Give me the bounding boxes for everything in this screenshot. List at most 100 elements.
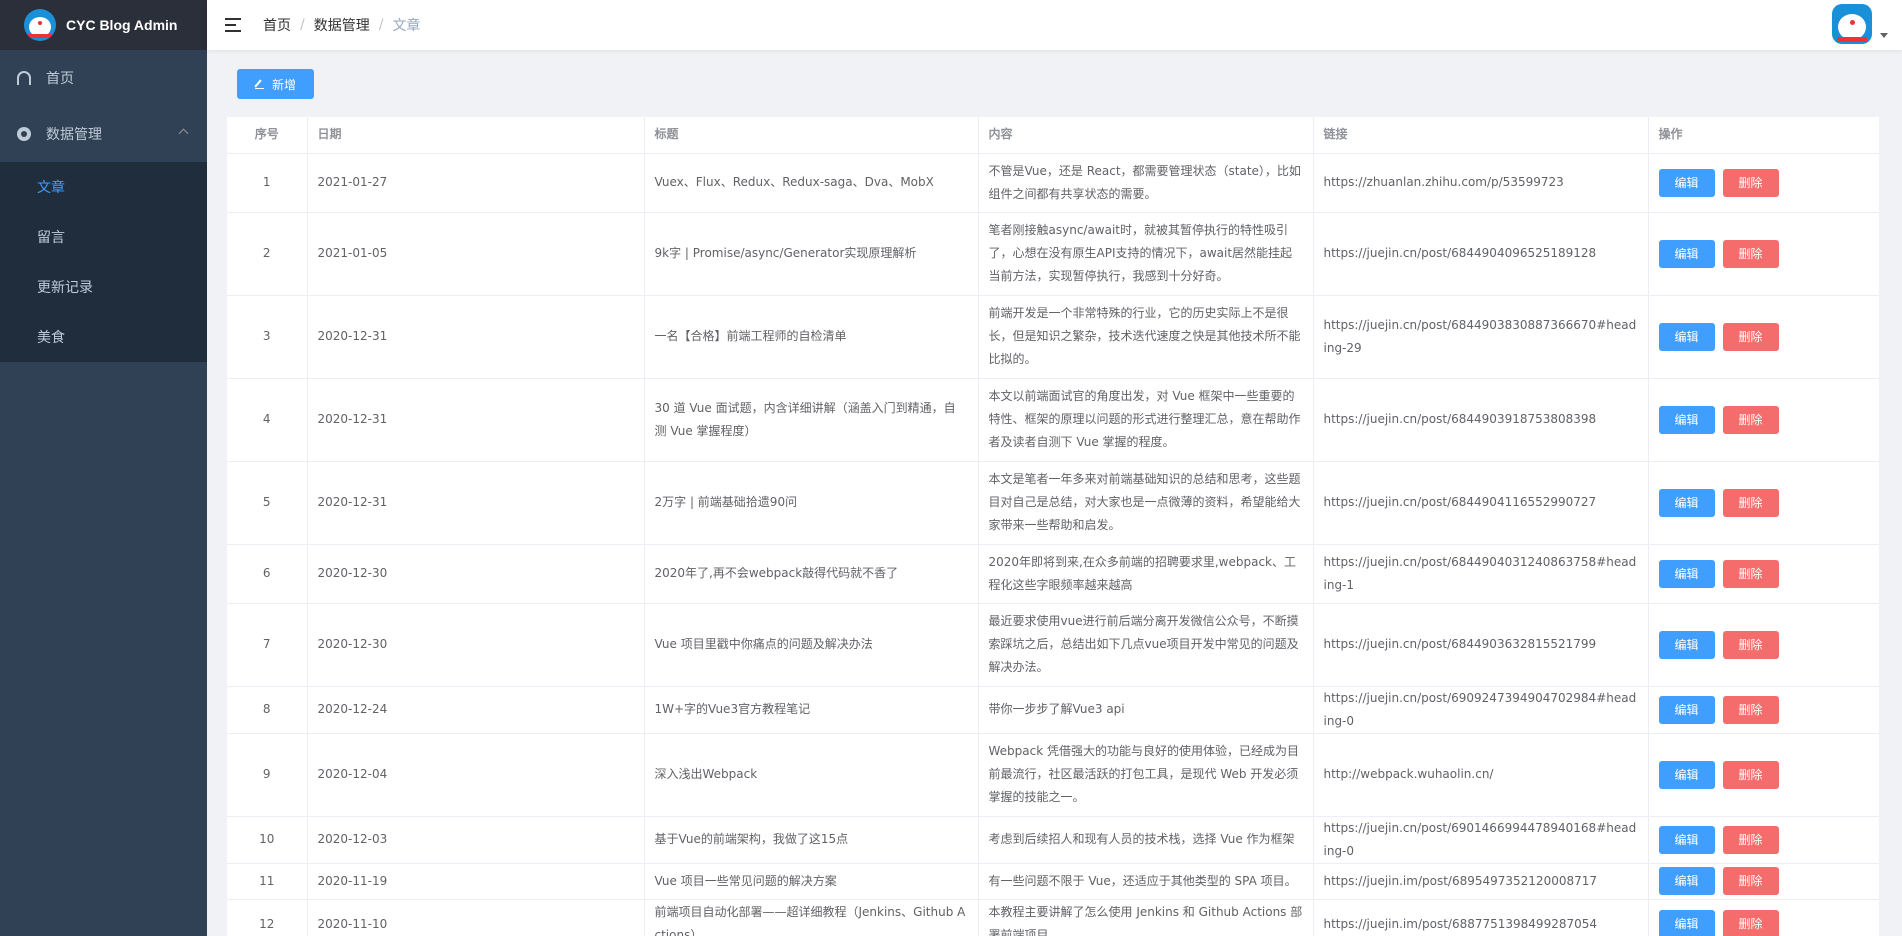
cell-actions: 编辑 删除 (1648, 212, 1879, 296)
cell-link: http://webpack.wuhaolin.cn/ (1313, 733, 1649, 817)
header-title: 标题 (644, 117, 979, 154)
navbar: 首页 / 数据管理 / 文章 (207, 0, 1902, 50)
cell-actions: 编辑 删除 (1648, 461, 1879, 545)
table-row: 12 2020-11-10 前端项目自动化部署——超详细教程（Jenkins、Git… (227, 899, 1879, 936)
app-title: CYC Blog Admin (66, 17, 178, 33)
cell-content: 本文是笔者一年多来对前端基础知识的总结和思考，这些题目对自己是总结，对大家也是一… (978, 461, 1314, 545)
cell-actions: 编辑 删除 (1648, 295, 1879, 379)
cell-title: 前端项目自动化部署——超详细教程（Jenkins、Github Actions） (644, 899, 979, 936)
cell-date: 2020-11-10 (307, 899, 645, 936)
cell-content: 最近要求使用vue进行前后端分离开发微信公众号，不断摸索踩坑之后，总结出如下几点… (978, 603, 1314, 687)
circle-icon (17, 127, 31, 141)
cell-actions: 编辑 删除 (1648, 686, 1879, 734)
edit-button[interactable]: 编辑 (1658, 695, 1715, 724)
cell-actions: 编辑 删除 (1648, 378, 1879, 462)
cell-index: 12 (227, 899, 308, 936)
header-content: 内容 (978, 117, 1314, 154)
delete-button[interactable]: 删除 (1722, 825, 1779, 854)
edit-button[interactable]: 编辑 (1658, 825, 1715, 854)
cell-content: 考虑到后续招人和现有人员的技术栈，选择 Vue 作为框架 (978, 816, 1314, 864)
delete-button[interactable]: 删除 (1722, 405, 1779, 434)
sidebar-item-food[interactable]: 美食 (0, 312, 207, 362)
edit-button[interactable]: 编辑 (1658, 867, 1715, 895)
sidebar-item-label: 首页 (46, 71, 74, 87)
table-row: 7 2020-12-30 Vue 项目里戳中你痛点的问题及解决办法 最近要求使用vue… (227, 603, 1879, 687)
edit-button[interactable]: 编辑 (1658, 559, 1715, 588)
delete-button[interactable]: 删除 (1722, 168, 1779, 197)
cell-title: 2020年了,再不会webpack敲得代码就不香了 (644, 544, 979, 604)
cell-content: Webpack 凭借强大的功能与良好的使用体验，已经成为目前最流行，社区最活跃的… (978, 733, 1314, 817)
cell-date: 2020-12-31 (307, 378, 645, 462)
header-date: 日期 (307, 117, 645, 154)
cell-actions: 编辑 删除 (1648, 603, 1879, 687)
edit-button[interactable]: 编辑 (1658, 168, 1715, 197)
header-index: 序号 (227, 117, 308, 154)
avatar[interactable] (1832, 4, 1872, 44)
table-row: 11 2020-11-19 Vue 项目一些常见问题的解决方案 有一些问题不限于 Vu… (227, 863, 1879, 900)
cell-title: Vue 项目一些常见问题的解决方案 (644, 863, 979, 900)
sidebar-item-changelog[interactable]: 更新记录 (0, 262, 207, 312)
delete-button[interactable]: 删除 (1722, 695, 1779, 724)
breadcrumb-data-management[interactable]: 数据管理 (314, 15, 370, 35)
table-row: 8 2020-12-24 1W+字的Vue3官方教程笔记 带你一步步了解Vue3 ap… (227, 686, 1879, 734)
edit-button[interactable]: 编辑 (1658, 239, 1715, 268)
table-row: 3 2020-12-31 一名【合格】前端工程师的自检清单 前端开发是一个非常特殊的行… (227, 295, 1879, 379)
table-row: 1 2021-01-27 Vuex、Flux、Redux、Redux-saga、Dv… (227, 153, 1879, 213)
cell-content: 不管是Vue，还是 React，都需要管理状态（state），比如组件之间都有共… (978, 153, 1314, 213)
edit-button[interactable]: 编辑 (1658, 322, 1715, 351)
breadcrumb-articles: 文章 (392, 18, 421, 34)
cell-content: 2020年即将到来,在众多前端的招聘要求里,webpack、工程化这些字眼频率越… (978, 544, 1314, 604)
delete-button[interactable]: 删除 (1722, 488, 1779, 517)
cell-actions: 编辑 删除 (1648, 863, 1879, 900)
edit-button[interactable]: 编辑 (1658, 910, 1715, 936)
sidebar: CYC Blog Admin 首页 数据管理 文章 留言 更新记录 美食 (0, 0, 207, 936)
delete-button[interactable]: 删除 (1722, 760, 1779, 789)
cell-title: Vuex、Flux、Redux、Redux-saga、Dva、MobX (644, 153, 979, 213)
cell-link: https://juejin.cn/post/68449038308873666… (1313, 295, 1649, 379)
hamburger-icon[interactable] (225, 18, 241, 32)
caret-down-icon[interactable] (1880, 33, 1888, 38)
cell-title: 9k字 | Promise/async/Generator实现原理解析 (644, 212, 979, 296)
edit-button[interactable]: 编辑 (1658, 405, 1715, 434)
cell-index: 4 (227, 378, 308, 462)
edit-button[interactable]: 编辑 (1658, 760, 1715, 789)
sidebar-item-articles[interactable]: 文章 (0, 162, 207, 212)
delete-button[interactable]: 删除 (1722, 630, 1779, 659)
sidebar-item-home[interactable]: 首页 (0, 50, 207, 106)
cell-content: 本文以前端面试官的角度出发，对 Vue 框架中一些重要的特性、框架的原理以问题的… (978, 378, 1314, 462)
delete-button[interactable]: 删除 (1722, 910, 1779, 936)
delete-button[interactable]: 删除 (1722, 322, 1779, 351)
submenu-data-management: 文章 留言 更新记录 美食 (0, 162, 207, 362)
cell-date: 2020-12-03 (307, 816, 645, 864)
cell-content: 本教程主要讲解了怎么使用 Jenkins 和 Github Actions 部署… (978, 899, 1314, 936)
cell-index: 8 (227, 686, 308, 734)
sidebar-item-messages[interactable]: 留言 (0, 212, 207, 262)
delete-button[interactable]: 删除 (1722, 867, 1779, 895)
table-row: 4 2020-12-31 30 道 Vue 面试题，内含详细讲解（涵盖入门到精通，自… (227, 378, 1879, 462)
cell-actions: 编辑 删除 (1648, 733, 1879, 817)
cell-link: https://juejin.cn/post/68449040965251891… (1313, 212, 1649, 296)
delete-button[interactable]: 删除 (1722, 239, 1779, 268)
edit-button[interactable]: 编辑 (1658, 630, 1715, 659)
cell-actions: 编辑 删除 (1648, 153, 1879, 213)
delete-button[interactable]: 删除 (1722, 559, 1779, 588)
cell-index: 11 (227, 863, 308, 900)
cell-date: 2020-12-30 (307, 544, 645, 604)
articles-table: 序号 日期 标题 内容 链接 操作 1 2021-01-27 Vuex、Flux、R… (227, 117, 1879, 936)
table-row: 10 2020-12-03 基于Vue的前端架构，我做了这15点 考虑到后续招人和现有… (227, 816, 1879, 864)
header-actions: 操作 (1648, 117, 1879, 154)
cell-actions: 编辑 删除 (1648, 899, 1879, 936)
dashboard-icon (17, 71, 31, 85)
add-button[interactable]: 新增 (237, 69, 314, 99)
sidebar-logo[interactable]: CYC Blog Admin (0, 0, 207, 50)
cell-index: 7 (227, 603, 308, 687)
cell-title: 30 道 Vue 面试题，内含详细讲解（涵盖入门到精通，自测 Vue 掌握程度） (644, 378, 979, 462)
edit-button[interactable]: 编辑 (1658, 488, 1715, 517)
sidebar-item-data-management[interactable]: 数据管理 (0, 106, 207, 162)
breadcrumb-home[interactable]: 首页 (263, 15, 291, 35)
cell-link: https://juejin.im/post/68877513984992870… (1313, 899, 1649, 936)
cell-index: 5 (227, 461, 308, 545)
sidebar-item-label: 数据管理 (46, 127, 102, 143)
cell-title: 深入浅出Webpack (644, 733, 979, 817)
cell-date: 2021-01-27 (307, 153, 645, 213)
